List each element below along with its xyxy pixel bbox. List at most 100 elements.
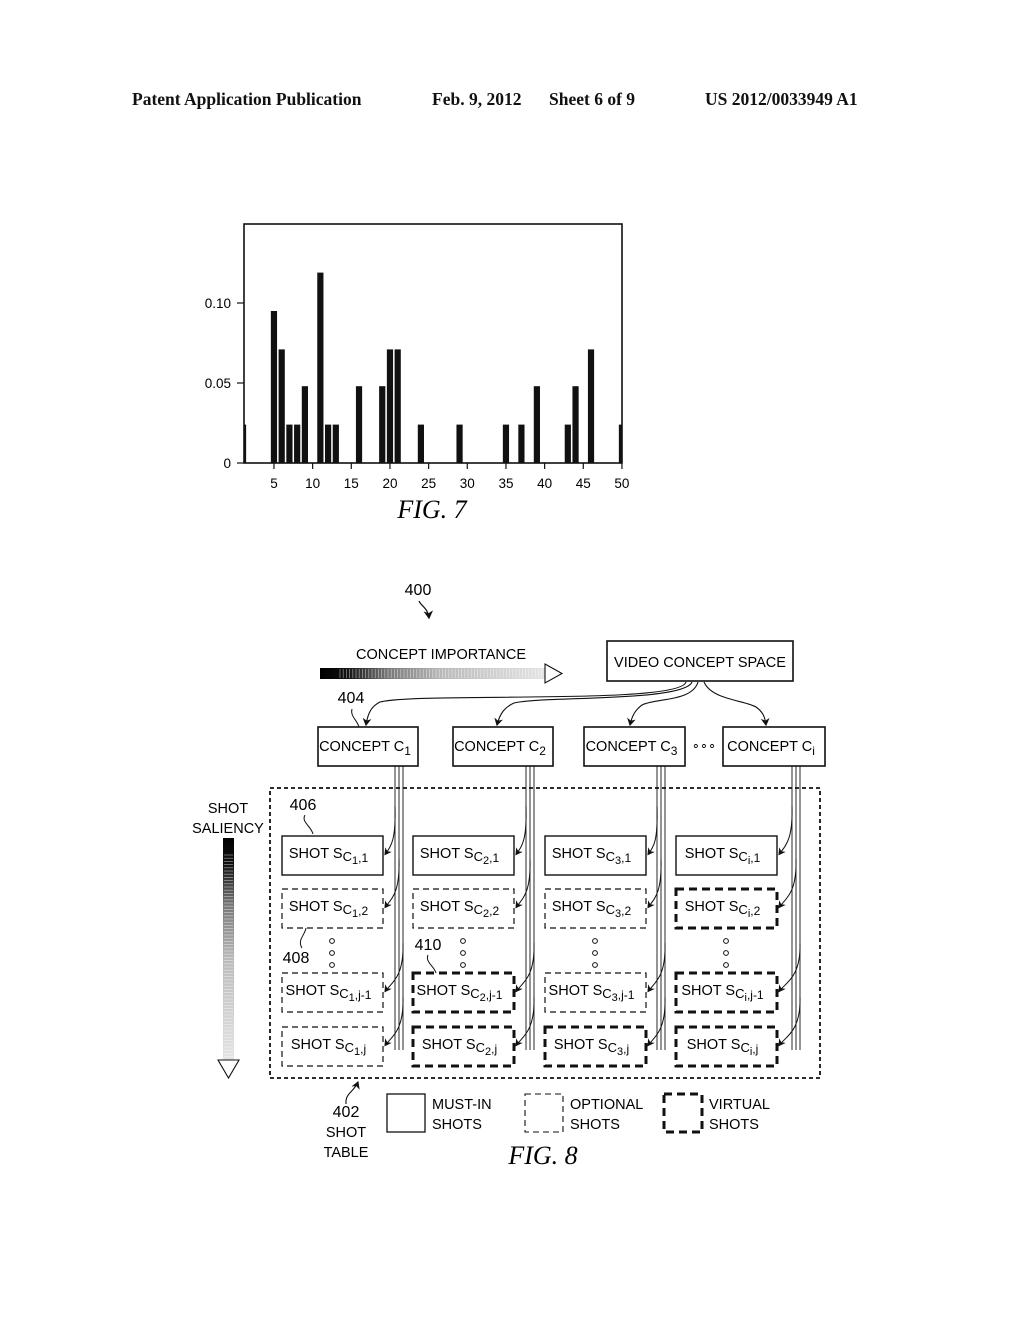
- concept-label: CONCEPT C: [454, 739, 539, 755]
- concept-label: CONCEPT C: [586, 739, 671, 755]
- shot-subscript-concept: 3: [617, 1046, 623, 1058]
- shot-label: SHOT S: [554, 1037, 608, 1053]
- bars-group: [244, 272, 622, 463]
- legend-item-must-in: MUST-IN SHOTS: [386, 1093, 492, 1133]
- concept-box-3: CONCEPT C3: [583, 726, 686, 767]
- shot-subscript-concept: 2: [483, 855, 489, 867]
- shot-arrow: [384, 942, 404, 993]
- ref-410-leader: [426, 954, 437, 974]
- shot-subscript-c: C: [738, 849, 747, 864]
- legend-swatch: [386, 1093, 426, 1133]
- ellipsis-dot: [329, 950, 335, 956]
- y-tick-label: 0.10: [205, 296, 231, 311]
- bar-x29: [456, 424, 463, 463]
- bar-x13: [332, 424, 339, 463]
- x-tick-label: 35: [498, 476, 513, 491]
- shot-arrow: [778, 858, 797, 909]
- bar-x35: [502, 424, 510, 463]
- bar-x21: [394, 349, 401, 463]
- bar-x16: [355, 386, 363, 463]
- bar-x8: [294, 424, 301, 463]
- fig8-caption: FIG. 8: [507, 1141, 577, 1170]
- ref-406: 406: [290, 797, 317, 814]
- concept-box-i: CONCEPT Ci: [722, 726, 826, 767]
- shot-subscript-c: C: [345, 1040, 354, 1055]
- ref-408-leader: [299, 927, 307, 949]
- bar-x11: [317, 272, 324, 463]
- shot-box-optional: SHOT SC1,j-1: [281, 942, 404, 1013]
- shot-column-3: SHOT SC3,1SHOT SC3,2SHOT SC3,j-1SHOT SC3…: [543, 766, 666, 1068]
- legend-label-line1: OPTIONAL: [570, 1097, 643, 1113]
- shot-subscript-index: ,2: [358, 904, 368, 918]
- svg-text:SHOT SC2,1: SHOT SC2,1: [420, 846, 500, 867]
- svg-text:SHOT SC1,1: SHOT SC1,1: [289, 846, 369, 867]
- x-tick-label: 5: [270, 476, 278, 491]
- svg-text:SHOT SC3,j-1: SHOT SC3,j-1: [549, 983, 635, 1004]
- shot-subscript-c: C: [470, 986, 479, 1001]
- ellipsis-dot: [329, 938, 335, 944]
- ref-402: 402: [333, 1104, 360, 1121]
- shot-box-must-in: SHOT SCi,1: [675, 805, 793, 876]
- svg-text:SHOT SC3,j: SHOT SC3,j: [554, 1037, 629, 1058]
- concept-row: CONCEPT C1 CONCEPT C2 CONCEPT C3 CONCEPT Ci: [317, 726, 826, 767]
- legend-label-line1: MUST-IN: [432, 1097, 492, 1113]
- shot-subscript-concept: i: [744, 992, 746, 1004]
- legend-label-line2: SHOTS: [709, 1117, 759, 1133]
- svg-text:SHOT SC3,1: SHOT SC3,1: [552, 846, 632, 867]
- bar-x6: [278, 349, 285, 463]
- shot-box-virtual: SHOT SC2,j: [411, 996, 535, 1068]
- concept-subscript: 2: [539, 744, 546, 758]
- ellipsis-dot: [329, 962, 335, 968]
- shot-box-optional: SHOT SC1,2: [281, 858, 400, 929]
- shot-label: SHOT S: [685, 899, 739, 915]
- shot-box-virtual: SHOT SC2,j-1: [411, 942, 535, 1014]
- legend-label-line2: SHOTS: [570, 1117, 620, 1133]
- shot-subscript-c: C: [606, 902, 615, 917]
- shot-arrow: [778, 805, 793, 856]
- ref-410: 410: [415, 937, 442, 954]
- shot-subscript-index: ,j-1: [355, 988, 372, 1002]
- shot-arrow: [647, 942, 666, 993]
- svg-text:SHOT SCi,1: SHOT SCi,1: [685, 846, 761, 867]
- shot-label: SHOT S: [422, 1037, 476, 1053]
- shot-arrow: [515, 996, 535, 1047]
- shot-subscript-concept: 1: [349, 992, 355, 1004]
- shot-arrow: [384, 858, 400, 909]
- shot-subscript-concept: 3: [612, 992, 618, 1004]
- shot-label: SHOT S: [291, 1037, 345, 1053]
- svg-text:SHOT SC1,j: SHOT SC1,j: [291, 1037, 366, 1058]
- svg-text:CONCEPT Ci: CONCEPT Ci: [727, 739, 815, 758]
- bar-x7: [286, 424, 293, 463]
- shot-column-i: SHOT SCi,1SHOT SCi,2SHOT SCi,j-1SHOT SCi…: [674, 766, 801, 1068]
- shot-table-border: [269, 787, 821, 1079]
- shot-arrow: [384, 996, 404, 1047]
- x-tick-label: 20: [382, 476, 397, 491]
- ref-404-leader: [351, 708, 360, 728]
- bar-x44: [572, 386, 579, 463]
- concept-label: CONCEPT C: [727, 739, 812, 755]
- shot-label: SHOT S: [420, 899, 474, 915]
- ellipsis-dot: [723, 938, 729, 944]
- bar-x37: [518, 424, 525, 463]
- bar-x1: [244, 424, 247, 463]
- shot-column-1: SHOT SC1,1SHOT SC1,2SHOT SC1,j-1SHOT SC1…: [281, 766, 404, 1067]
- x-tick-label: 40: [537, 476, 552, 491]
- legend-label-line2: SHOTS: [432, 1117, 482, 1133]
- shot-subscript-concept: 3: [615, 908, 621, 920]
- shot-arrow: [647, 805, 658, 856]
- shot-arrow: [647, 996, 666, 1047]
- ellipsis-dot: [723, 950, 729, 956]
- ellipsis-dot: [592, 938, 598, 944]
- bar-x50: [618, 424, 622, 463]
- ref-402-label-1: SHOT: [326, 1125, 366, 1141]
- fig7-caption: FIG. 7: [396, 495, 467, 524]
- x-tick-label: 30: [460, 476, 475, 491]
- shot-box-optional: SHOT SC2,2: [412, 858, 531, 929]
- shot-subscript-c: C: [476, 1040, 485, 1055]
- shot-subscript-index: ,j: [752, 1042, 758, 1056]
- shot-subscript-index: ,1: [750, 851, 760, 865]
- shot-type-legend: MUST-IN SHOTS OPTIONAL SHOTS VIRTUAL SHOTS: [386, 1092, 770, 1134]
- shot-subscript-index: ,j-1: [486, 988, 503, 1002]
- shot-box-must-in: SHOT SC1,1: [281, 805, 396, 876]
- svg-text:SHOT SC3,2: SHOT SC3,2: [552, 899, 632, 920]
